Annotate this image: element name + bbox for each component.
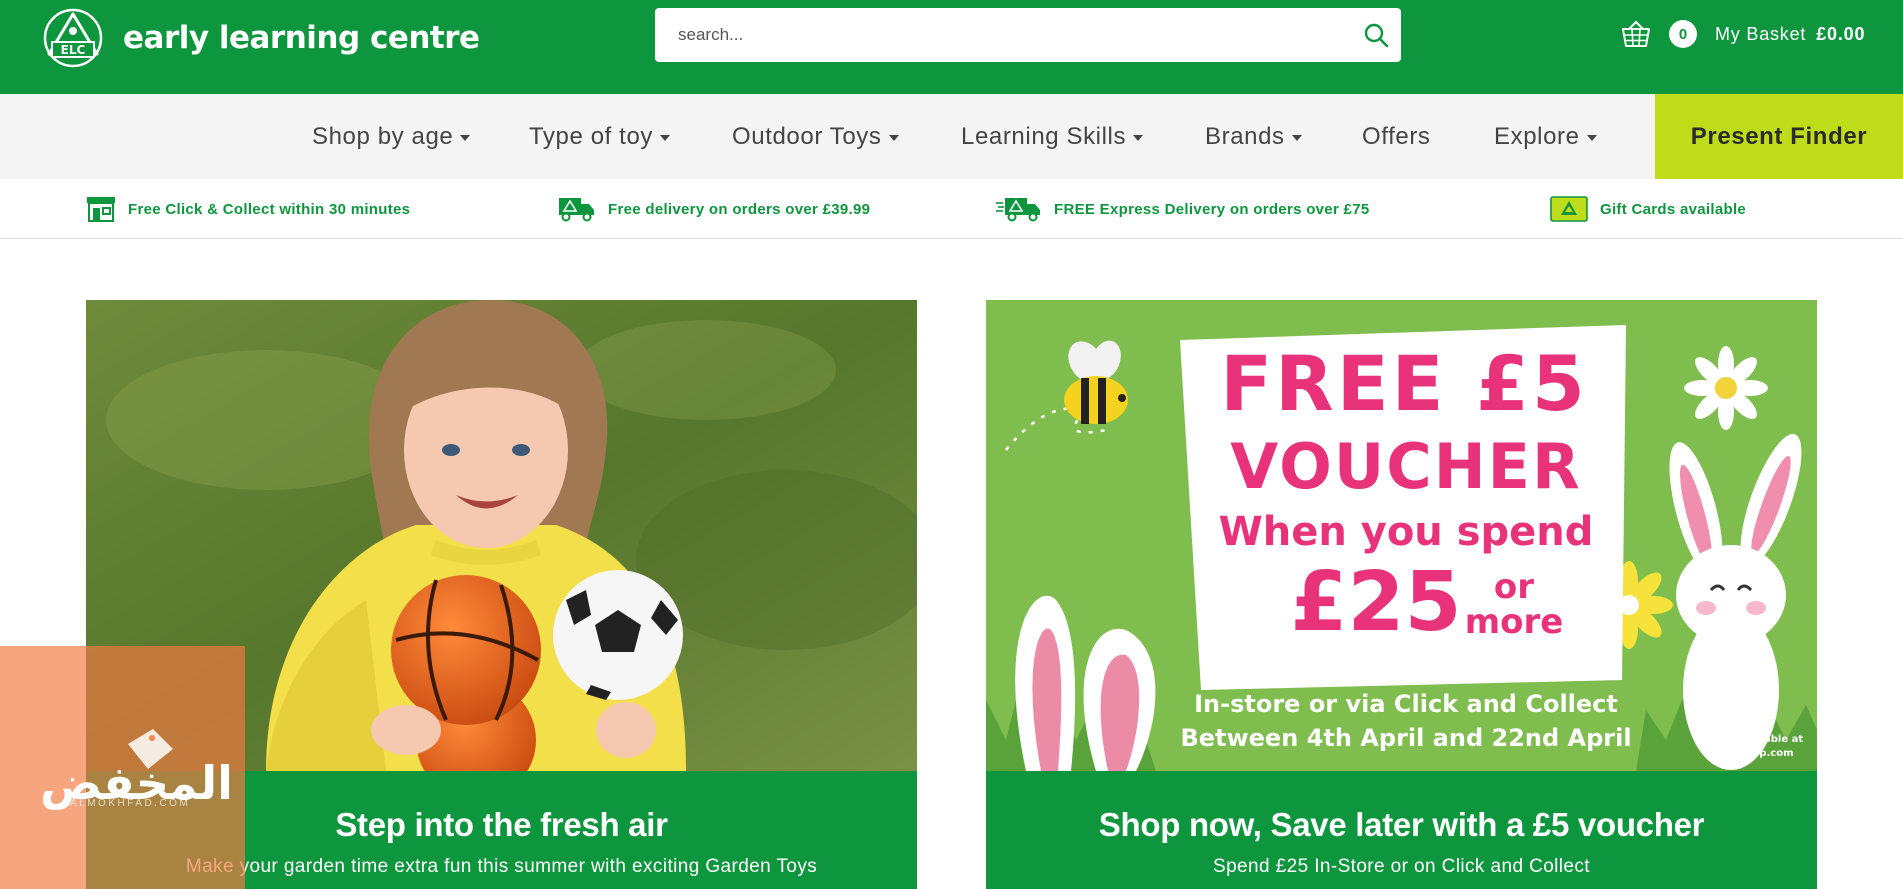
promo-title: Shop now, Save later with a £5 voucher	[1098, 806, 1705, 843]
voucher-line3: When you spend	[1219, 509, 1594, 555]
nav-item-brands[interactable]: Brands	[1205, 94, 1302, 179]
nav-item-label: Offers	[1362, 122, 1431, 150]
basket-total[interactable]: £0.00	[1816, 24, 1865, 45]
basket-icon[interactable]	[1620, 18, 1652, 50]
search-input[interactable]	[678, 8, 1318, 62]
logo-badge-text: ELC	[61, 43, 86, 57]
promo-subtitle: Spend £25 In-Store or on Click and Colle…	[1213, 856, 1590, 877]
brand-name: early learning centre	[123, 20, 480, 56]
voucher-line5: In-store or via Click and Collect	[1194, 690, 1618, 718]
voucher-line2: VOUCHER	[1230, 430, 1581, 503]
voucher-tcs-line1: T&Cs available at	[1705, 734, 1804, 745]
usp-click-collect[interactable]: Free Click & Collect within 30 minutes	[86, 179, 410, 239]
nav-item-label: Brands	[1205, 122, 1285, 150]
usp-text: Free Click & Collect within 30 minutes	[128, 200, 411, 218]
chevron-down-icon	[1291, 135, 1302, 141]
store-icon	[87, 197, 115, 222]
voucher-line1: FREE £5	[1220, 339, 1588, 428]
chevron-down-icon	[888, 135, 899, 141]
search-box	[655, 8, 1401, 62]
usp-bar: Free Click & Collect within 30 minutes F…	[0, 179, 1903, 239]
nav-item-explore[interactable]: Explore	[1494, 94, 1597, 179]
usp-express-delivery[interactable]: FREE Express Delivery on orders over £75	[996, 179, 1369, 239]
elc-logo-icon: ELC	[43, 8, 103, 68]
gift-card-icon	[1550, 196, 1588, 222]
usp-free-delivery[interactable]: Free delivery on orders over £39.99	[558, 179, 870, 239]
watermark-subtext: ALMOKHFAD.COM	[70, 798, 191, 809]
voucher-easter-banner: FREE £5 VOUCHER When you spend £25 or mo…	[986, 300, 1817, 771]
chevron-down-icon	[460, 135, 471, 141]
basket-widget[interactable]: 0 My Basket £0.00	[1620, 18, 1865, 50]
nav-item-label: Shop by age	[312, 122, 454, 150]
basket-label[interactable]: My Basket	[1715, 24, 1806, 45]
nav-item-outdoor-toys[interactable]: Outdoor Toys	[732, 94, 899, 179]
nav-item-learning-skills[interactable]: Learning Skills	[961, 94, 1144, 179]
nav-item-shop-by-age[interactable]: Shop by age	[312, 94, 471, 179]
promo-card-voucher[interactable]: FREE £5 VOUCHER When you spend £25 or mo…	[986, 300, 1817, 889]
express-delivery-van-icon	[996, 198, 1040, 222]
nav-item-offers[interactable]: Offers	[1362, 94, 1431, 179]
chevron-down-icon	[1586, 135, 1597, 141]
delivery-van-icon	[559, 198, 594, 222]
nav-item-label: Explore	[1494, 122, 1580, 150]
voucher-tcs-line2: thetoyshop.com	[1703, 748, 1794, 759]
voucher-line6: Between 4th April and 22nd April	[1180, 724, 1631, 752]
voucher-amount: £25	[1290, 555, 1461, 650]
usp-text: Free delivery on orders over £39.99	[608, 200, 871, 218]
promo-card-footer: Shop now, Save later with a £5 voucher S…	[986, 771, 1817, 889]
main-navigation: Shop by age Type of toy Outdoor Toys Lea…	[0, 94, 1903, 179]
brand-logo-link[interactable]: ELC early learning centre	[37, 8, 480, 68]
basket-count-badge: 0	[1669, 20, 1697, 48]
nav-item-type-of-toy[interactable]: Type of toy	[529, 94, 670, 179]
present-finder-button[interactable]: Present Finder	[1655, 94, 1903, 179]
search-icon[interactable]	[1361, 20, 1391, 50]
voucher-more: more	[1465, 602, 1564, 642]
usp-gift-cards[interactable]: Gift Cards available	[1550, 179, 1746, 239]
chevron-down-icon	[1133, 135, 1144, 141]
chevron-down-icon	[660, 135, 670, 141]
nav-item-label: Type of toy	[529, 122, 653, 150]
usp-text: FREE Express Delivery on orders over £75	[1054, 200, 1370, 218]
voucher-or: or	[1494, 567, 1534, 607]
site-header: ELC early learning centre 0 My Basket £0…	[0, 0, 1903, 94]
nav-item-label: Learning Skills	[961, 122, 1127, 150]
watermark-overlay: المخفض ALMOKHFAD.COM	[0, 646, 245, 889]
usp-text: Gift Cards available	[1600, 200, 1747, 218]
nav-item-label: Outdoor Toys	[732, 122, 882, 150]
